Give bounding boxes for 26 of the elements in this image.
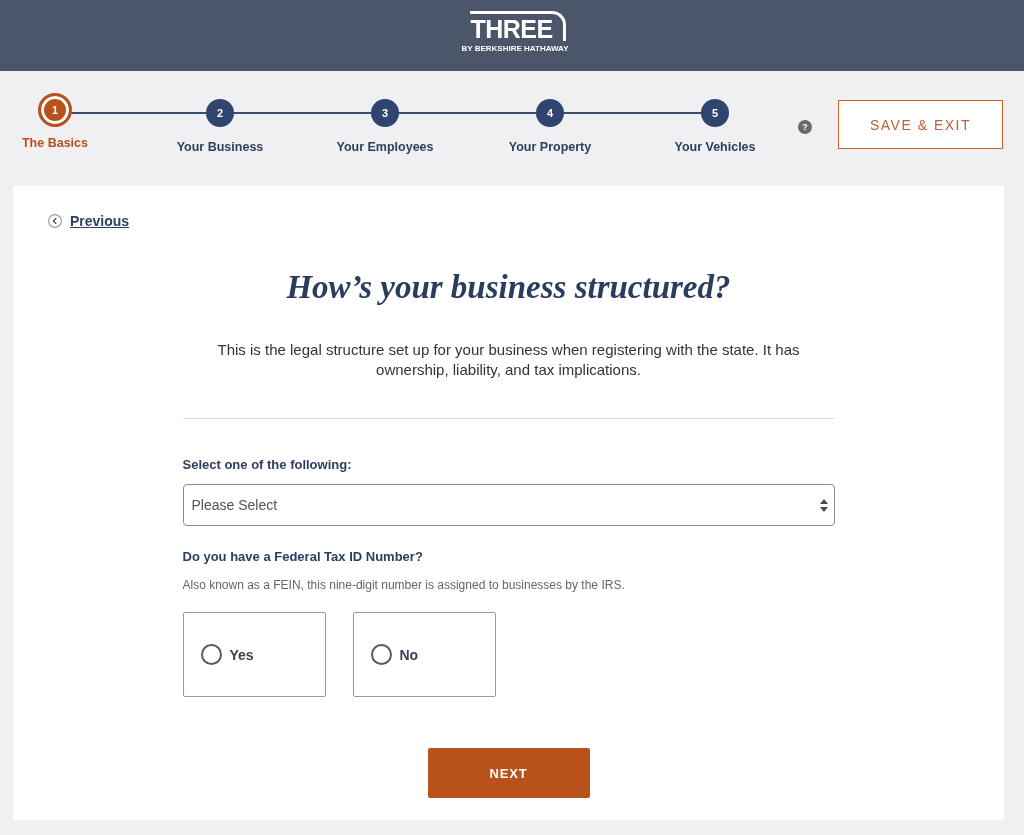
radio-option[interactable]: No — [352, 612, 496, 697]
step-label: Your Business — [176, 139, 264, 155]
step-marker: 4 — [536, 99, 564, 127]
chevron-left-icon — [48, 214, 62, 228]
updown-caret-icon — [819, 498, 828, 512]
logo-wordmark: THREE — [470, 17, 553, 41]
logo-tagline: BY BERKSHIRE HATHAWAY — [461, 44, 569, 54]
step-label: Your Vehicles — [674, 139, 756, 155]
step-marker: 1 — [38, 93, 72, 127]
step-marker: 5 — [701, 99, 729, 127]
select-field[interactable]: Please Select — [182, 484, 835, 526]
step-label: Your Employees — [336, 139, 434, 155]
question-label: Do you have a Federal Tax ID Number? — [182, 548, 424, 566]
step-label: The Basics — [22, 135, 88, 151]
save-exit-button[interactable]: SAVE & EXIT — [838, 100, 1003, 149]
radio-option[interactable]: Yes — [182, 612, 326, 697]
page-title: How’s your business structured? — [285, 268, 732, 307]
next-button[interactable]: NEXT — [427, 748, 590, 798]
step-label: Your Property — [508, 139, 592, 155]
help-icon[interactable]: ? — [798, 120, 812, 134]
step-marker: 3 — [371, 99, 399, 127]
description-text: This is the legal structure set up for your business when registering with the state. It has ownership, liability, and tax implications. — [216, 340, 801, 380]
hint-text: Also known as a FEIN, this nine-digit number is assigned to businesses by the IRS. — [182, 577, 626, 593]
step-marker: 2 — [206, 99, 234, 127]
field-label: Select one of the following: — [182, 456, 353, 474]
previous-link[interactable]: Previous — [48, 213, 130, 229]
